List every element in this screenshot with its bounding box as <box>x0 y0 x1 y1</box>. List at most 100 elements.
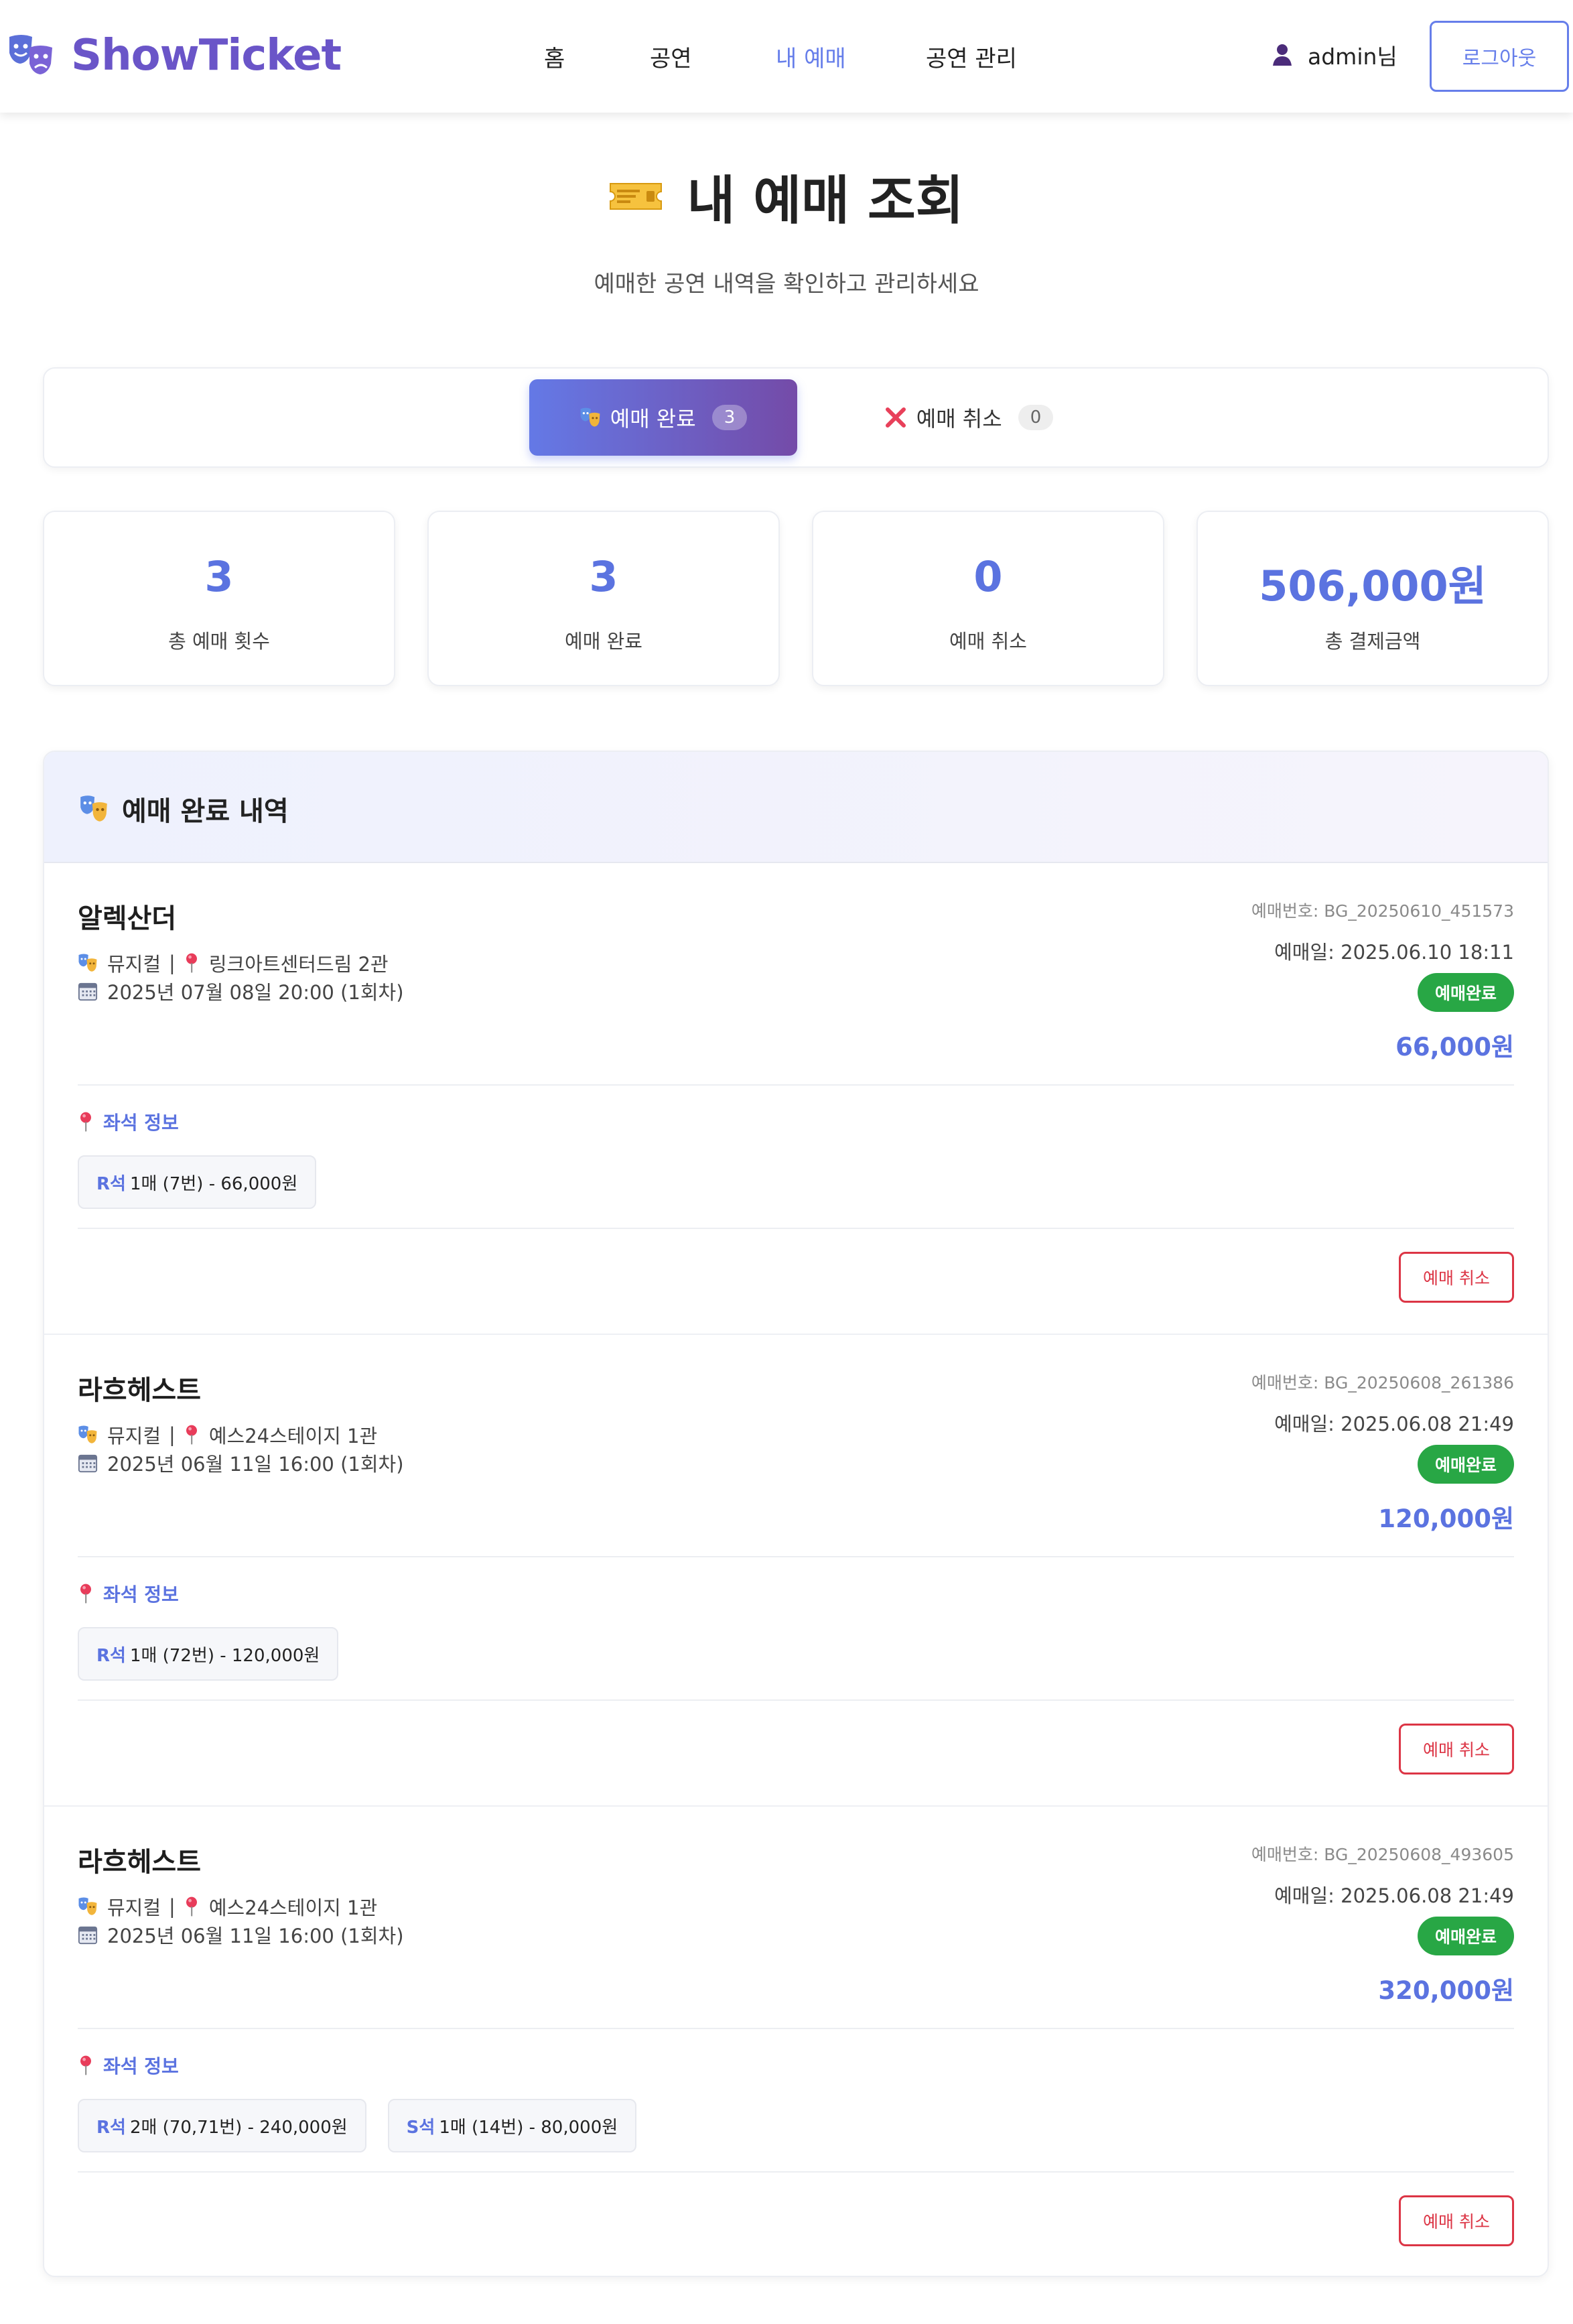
booking-date: 예매일: 2025.06.08 21:49 <box>1274 1884 1514 1907</box>
ticket-icon <box>610 183 663 210</box>
stat-card-completed: 3 예매 완료 <box>427 511 780 686</box>
seat-chip: R석 1매 (7번) - 66,000원 <box>78 1155 317 1209</box>
cancel-booking-button[interactable]: 예매 취소 <box>1399 2195 1514 2246</box>
tab-completed-count: 3 <box>711 405 748 430</box>
seat-detail: 2매 (70,71번) - 240,000원 <box>129 2117 348 2138</box>
cancel-booking-button[interactable]: 예매 취소 <box>1399 1724 1514 1774</box>
booking-price: 66,000원 <box>1395 1033 1514 1061</box>
page-title-text: 내 예매 조회 <box>687 171 964 231</box>
calendar-icon <box>78 981 98 1001</box>
seat-chips: R석 1매 (72번) - 120,000원 <box>78 1627 360 1681</box>
show-venue: 예스24스테이지 1관 <box>208 1425 378 1447</box>
theater-masks-icon <box>579 407 601 428</box>
user-name: admin님 <box>1308 44 1397 70</box>
show-meta: 뮤지컬 | 예스24스테이지 1관 <box>78 1892 377 1921</box>
theater-masks-icon <box>78 953 98 973</box>
show-title: 알렉산더 <box>78 903 177 934</box>
logout-button[interactable]: 로그아웃 <box>1430 21 1569 92</box>
nav-my-bookings[interactable]: 내 예매 <box>776 40 846 73</box>
stat-card-total-amount: 506,000원 총 결제금액 <box>1196 511 1549 686</box>
nav-manage-shows[interactable]: 공연 관리 <box>926 40 1017 73</box>
seat-chip: R석 1매 (72번) - 120,000원 <box>78 1627 339 1681</box>
nav-home[interactable]: 홈 <box>544 40 565 73</box>
booking-list: 예매 완료 내역 알렉산더 뮤지컬 | 링크아트센터드림 2관 2025년 07… <box>43 751 1549 2277</box>
theater-masks-icon <box>78 1896 98 1917</box>
booking-list-header: 예매 완료 내역 <box>44 752 1548 863</box>
tab-cancelled[interactable]: 예매 취소 0 <box>841 379 1096 456</box>
pin-icon <box>78 2055 94 2076</box>
pin-icon <box>184 1424 200 1445</box>
brand-logo[interactable]: ShowTicket <box>7 31 342 80</box>
page-subtitle: 예매한 공연 내역을 확인하고 관리하세요 <box>594 271 979 298</box>
user-icon <box>1273 44 1292 66</box>
booking-number: 예매번호: BG_20250608_261386 <box>1251 1373 1514 1393</box>
stat-value: 506,000원 <box>1259 562 1487 610</box>
show-datetime: 2025년 06월 11일 16:00 (1회차) <box>78 1921 404 1949</box>
show-genre: 뮤지컬 <box>107 1425 161 1447</box>
booking-number: 예매번호: BG_20250610_451573 <box>1251 901 1514 921</box>
seat-info-label: 좌석 정보 <box>78 2052 179 2079</box>
stat-card-cancelled: 0 예매 취소 <box>812 511 1164 686</box>
pin-icon <box>78 1583 94 1604</box>
stat-value: 0 <box>973 552 1003 601</box>
tab-cancelled-label: 예매 취소 <box>916 406 1002 432</box>
seat-detail: 1매 (72번) - 120,000원 <box>129 1645 320 1666</box>
show-meta: 뮤지컬 | 예스24스테이지 1관 <box>78 1421 377 1449</box>
booking-date: 예매일: 2025.06.08 21:49 <box>1274 1413 1514 1435</box>
show-genre: 뮤지컬 <box>107 953 161 976</box>
seat-chips: R석 2매 (70,71번) - 240,000원 S석 1매 (14번) - … <box>78 2099 658 2152</box>
stat-card-total: 3 총 예매 횟수 <box>43 511 395 686</box>
seat-info-label: 좌석 정보 <box>78 1580 179 1607</box>
booking-number: 예매번호: BG_20250608_493605 <box>1251 1845 1514 1864</box>
seat-grade: R석 <box>96 1173 126 1194</box>
seat-grade: R석 <box>96 2117 126 2138</box>
pin-icon <box>184 1896 200 1917</box>
show-genre: 뮤지컬 <box>107 1896 161 1919</box>
booking-status-tabs: 예매 완료 3 예매 취소 0 <box>43 367 1549 468</box>
booking-date: 예매일: 2025.06.10 18:11 <box>1274 941 1514 964</box>
seat-detail: 1매 (7번) - 66,000원 <box>129 1173 298 1194</box>
tab-completed-label: 예매 완료 <box>610 406 696 432</box>
divider <box>78 1228 1514 1229</box>
seat-chip: R석 2매 (70,71번) - 240,000원 <box>78 2099 366 2152</box>
stat-label: 예매 완료 <box>565 630 642 653</box>
stat-value: 3 <box>204 552 234 601</box>
booking-item: 알렉산더 뮤지컬 | 링크아트센터드림 2관 2025년 07월 08일 20:… <box>44 863 1548 1335</box>
pin-icon <box>184 952 200 974</box>
status-badge: 예매완료 <box>1418 1917 1514 1955</box>
tab-cancelled-count: 0 <box>1018 405 1054 430</box>
nav-shows[interactable]: 공연 <box>650 40 692 73</box>
top-navbar: ShowTicket 홈 공연 내 예매 공연 관리 admin님 로그아웃 <box>0 0 1573 113</box>
show-datetime: 2025년 07월 08일 20:00 (1회차) <box>78 977 404 1005</box>
tab-completed[interactable]: 예매 완료 3 <box>529 379 797 456</box>
seat-grade: S석 <box>406 2117 435 2138</box>
divider <box>78 1084 1514 1086</box>
booking-item: 라흐헤스트 뮤지컬 | 예스24스테이지 1관 2025년 06월 11일 16… <box>44 1335 1548 1807</box>
show-datetime: 2025년 06월 11일 16:00 (1회차) <box>78 1449 404 1477</box>
x-icon <box>885 407 906 428</box>
show-meta: 뮤지컬 | 링크아트센터드림 2관 <box>78 949 389 977</box>
booking-item: 라흐헤스트 뮤지컬 | 예스24스테이지 1관 2025년 06월 11일 16… <box>44 1807 1548 2276</box>
stat-value: 3 <box>589 552 618 601</box>
seat-info-label: 좌석 정보 <box>78 1108 179 1135</box>
divider <box>78 1699 1514 1701</box>
show-venue: 링크아트센터드림 2관 <box>208 953 389 976</box>
status-badge: 예매완료 <box>1418 973 1514 1012</box>
stat-label: 총 예매 횟수 <box>168 630 270 653</box>
brand-name: ShowTicket <box>71 31 342 80</box>
show-title: 라흐헤스트 <box>78 1375 201 1406</box>
calendar-icon <box>78 1925 98 1945</box>
stat-label: 예매 취소 <box>949 630 1027 653</box>
meta-separator: | <box>169 952 176 974</box>
calendar-icon <box>78 1453 98 1473</box>
stat-label: 총 결제금액 <box>1324 630 1421 653</box>
seat-chip: S석 1매 (14번) - 80,000원 <box>387 2099 637 2152</box>
cancel-booking-button[interactable]: 예매 취소 <box>1399 1252 1514 1303</box>
seat-grade: R석 <box>96 1645 126 1666</box>
meta-separator: | <box>169 1423 176 1446</box>
booking-list-title: 예매 완료 내역 <box>79 789 289 828</box>
theater-masks-icon <box>79 794 109 824</box>
meta-separator: | <box>169 1895 176 1918</box>
show-venue: 예스24스테이지 1관 <box>208 1896 378 1919</box>
booking-price: 120,000원 <box>1378 1504 1514 1533</box>
